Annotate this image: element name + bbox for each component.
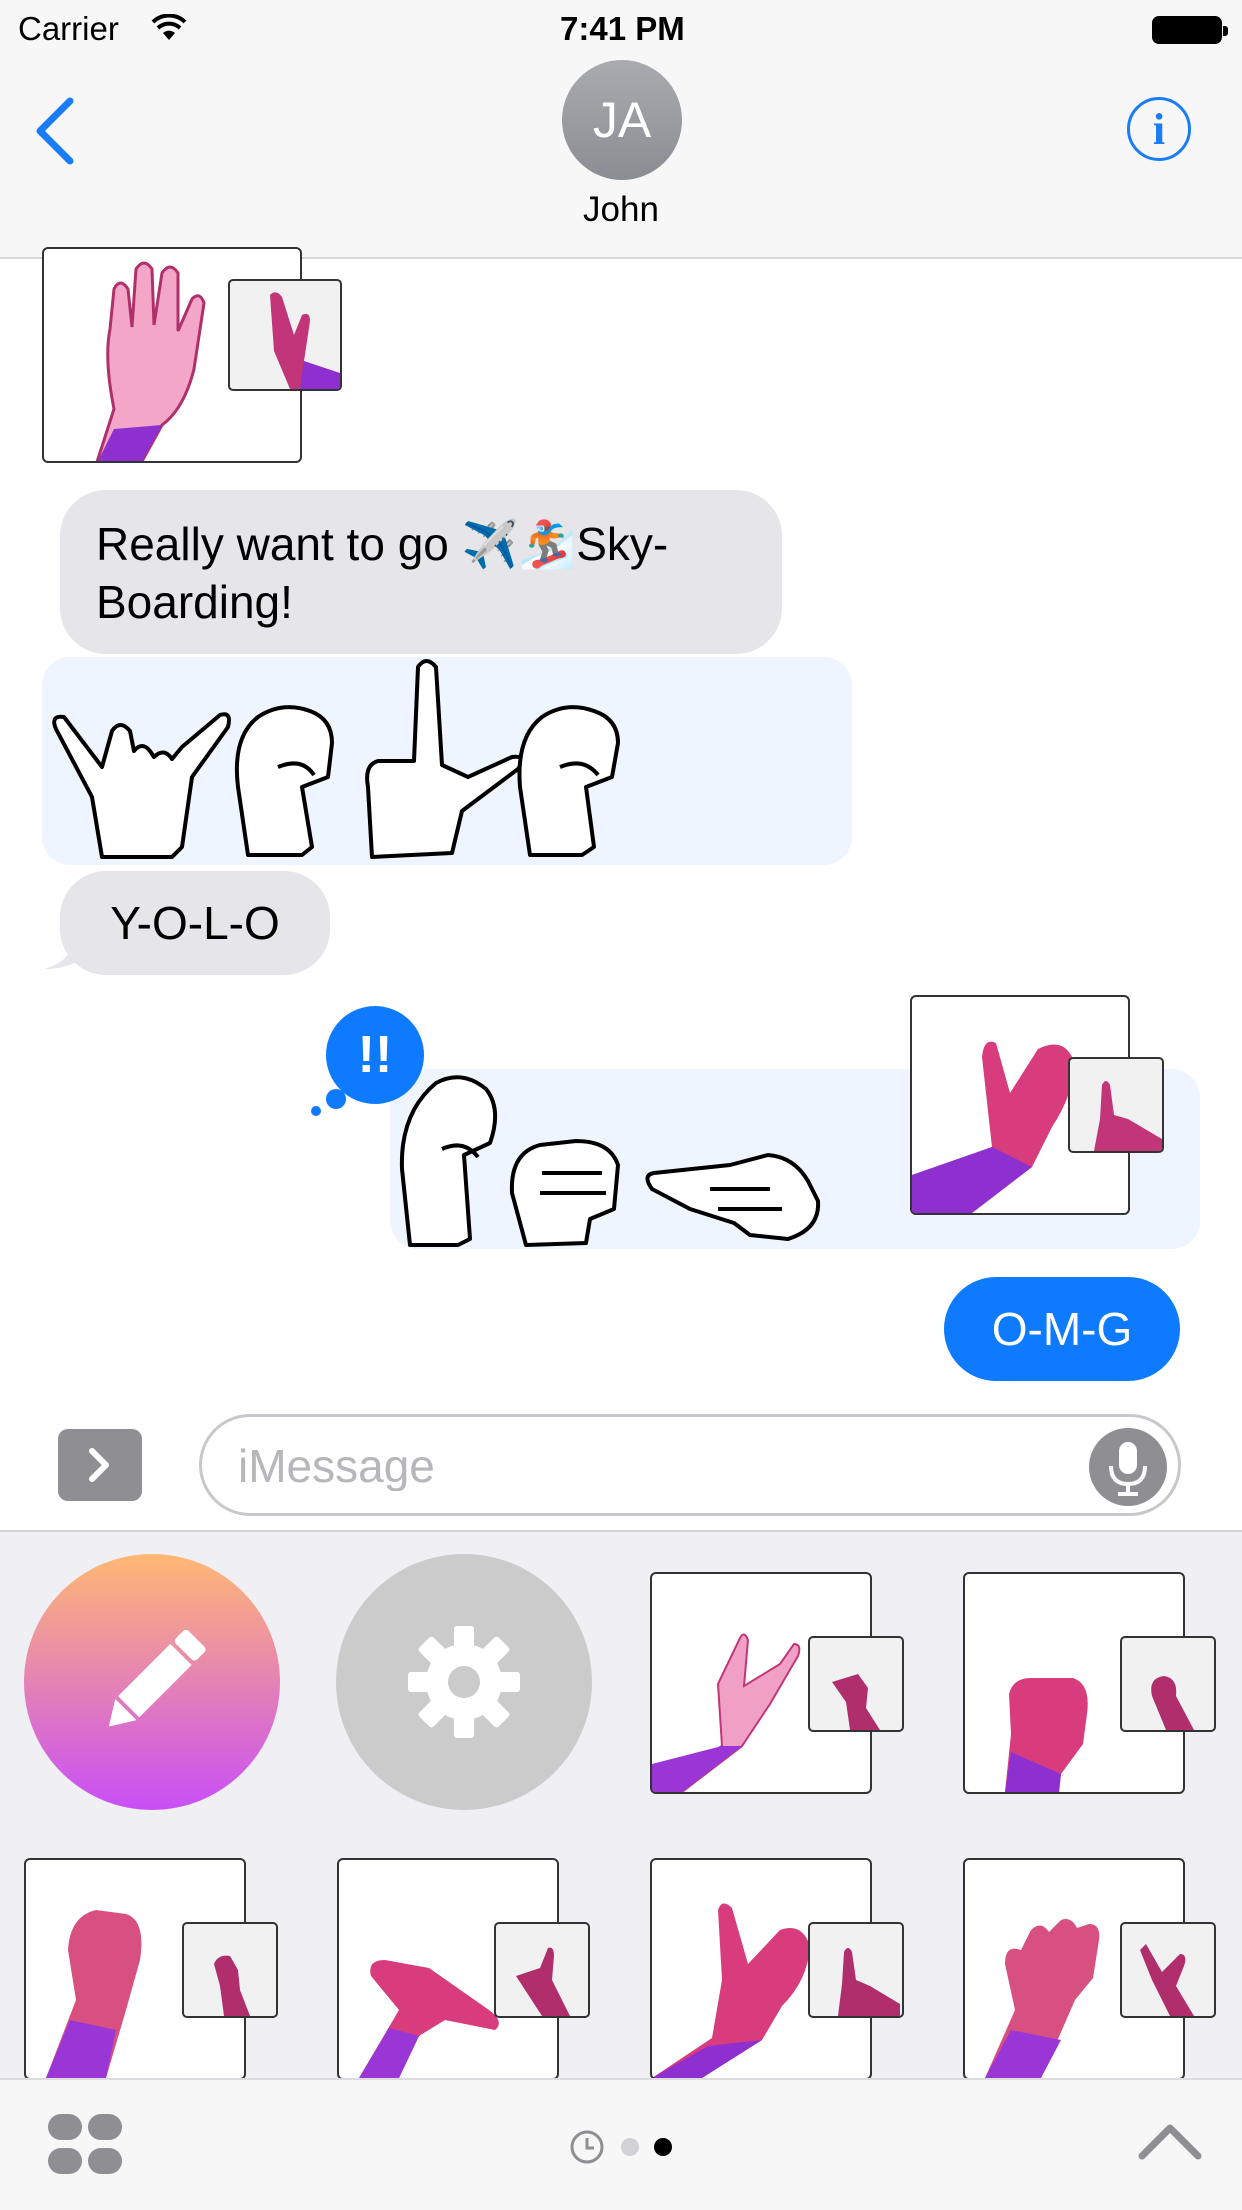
sign-hand-mini [270, 292, 340, 389]
outgoing-message-bubble[interactable]: O-M-G [944, 1277, 1180, 1381]
incoming-message-bubble[interactable]: Really want to go ✈️🏂Sky- Boarding! [60, 490, 782, 654]
message-text: O-M-G [991, 1303, 1133, 1355]
gear-icon [408, 1626, 520, 1738]
sticker-inset [1120, 1636, 1216, 1732]
page-indicator-dot-active[interactable] [654, 2138, 672, 2156]
status-time: 7:41 PM [560, 10, 685, 47]
sign-hand-mini [1140, 1944, 1194, 2016]
carrier-label: Carrier [18, 10, 119, 47]
sticker-inset [228, 279, 342, 391]
sticker-inset [494, 1922, 590, 2018]
message-input-field[interactable] [199, 1414, 1181, 1516]
sign-hands-illustration [52, 659, 620, 859]
sticker-inset [1120, 1922, 1216, 2018]
apps-toggle-button[interactable] [58, 1429, 142, 1501]
contact-name[interactable]: John [521, 190, 721, 230]
effect-badge-dot [326, 1089, 346, 1109]
sign-hand-mini [1151, 1676, 1194, 1730]
battery-icon [1152, 16, 1228, 44]
grid-icon[interactable] [46, 2112, 124, 2176]
avatar[interactable]: JA [562, 60, 682, 180]
info-icon[interactable]: i [1127, 97, 1191, 161]
message-thread: Really want to go ✈️🏂Sky- Boarding! Y-O-… [0, 247, 1242, 1414]
pencil-icon [108, 1629, 206, 1727]
sticker-inset [808, 1636, 904, 1732]
message-text-line: Really want to go ✈️🏂Sky- [96, 518, 669, 570]
sign-language-sticker[interactable] [42, 657, 852, 865]
sticker-inset [182, 1922, 278, 2018]
clock-icon[interactable] [568, 2128, 606, 2166]
sign-hand-mini [516, 1947, 570, 2016]
back-chevron-icon[interactable] [32, 96, 78, 166]
wifi-icon [151, 14, 187, 40]
effect-badge-dot [311, 1106, 321, 1116]
sign-hand-mini [838, 1948, 900, 2016]
sign-hand-mini [214, 1955, 250, 2016]
settings-button[interactable] [336, 1554, 592, 1810]
sticker-inset [808, 1922, 904, 2018]
sign-hands-illustration [399, 1075, 821, 1247]
chevron-up-icon[interactable] [1138, 2122, 1202, 2162]
message-input[interactable] [238, 1441, 1058, 1491]
app-drawer-bar [0, 2078, 1242, 2210]
sticker-drawer [0, 1530, 1242, 2080]
sign-hand-mini [832, 1674, 880, 1730]
sign-hand-mini [1094, 1081, 1162, 1151]
message-text-line: Boarding! [96, 576, 293, 628]
mic-button[interactable] [1089, 1428, 1167, 1506]
page-indicator-dot[interactable] [621, 2138, 639, 2156]
sticker-inset [1068, 1057, 1164, 1153]
compose-sticker-button[interactable] [24, 1554, 280, 1810]
mic-icon [1109, 1442, 1147, 1496]
message-text: Y-O-L-O [110, 897, 280, 949]
conversation-header: Carrier 7:41 PM JA John i [0, 0, 1242, 259]
incoming-message-bubble[interactable]: Y-O-L-O [60, 871, 330, 975]
apps-chevron-icon [89, 1448, 109, 1482]
